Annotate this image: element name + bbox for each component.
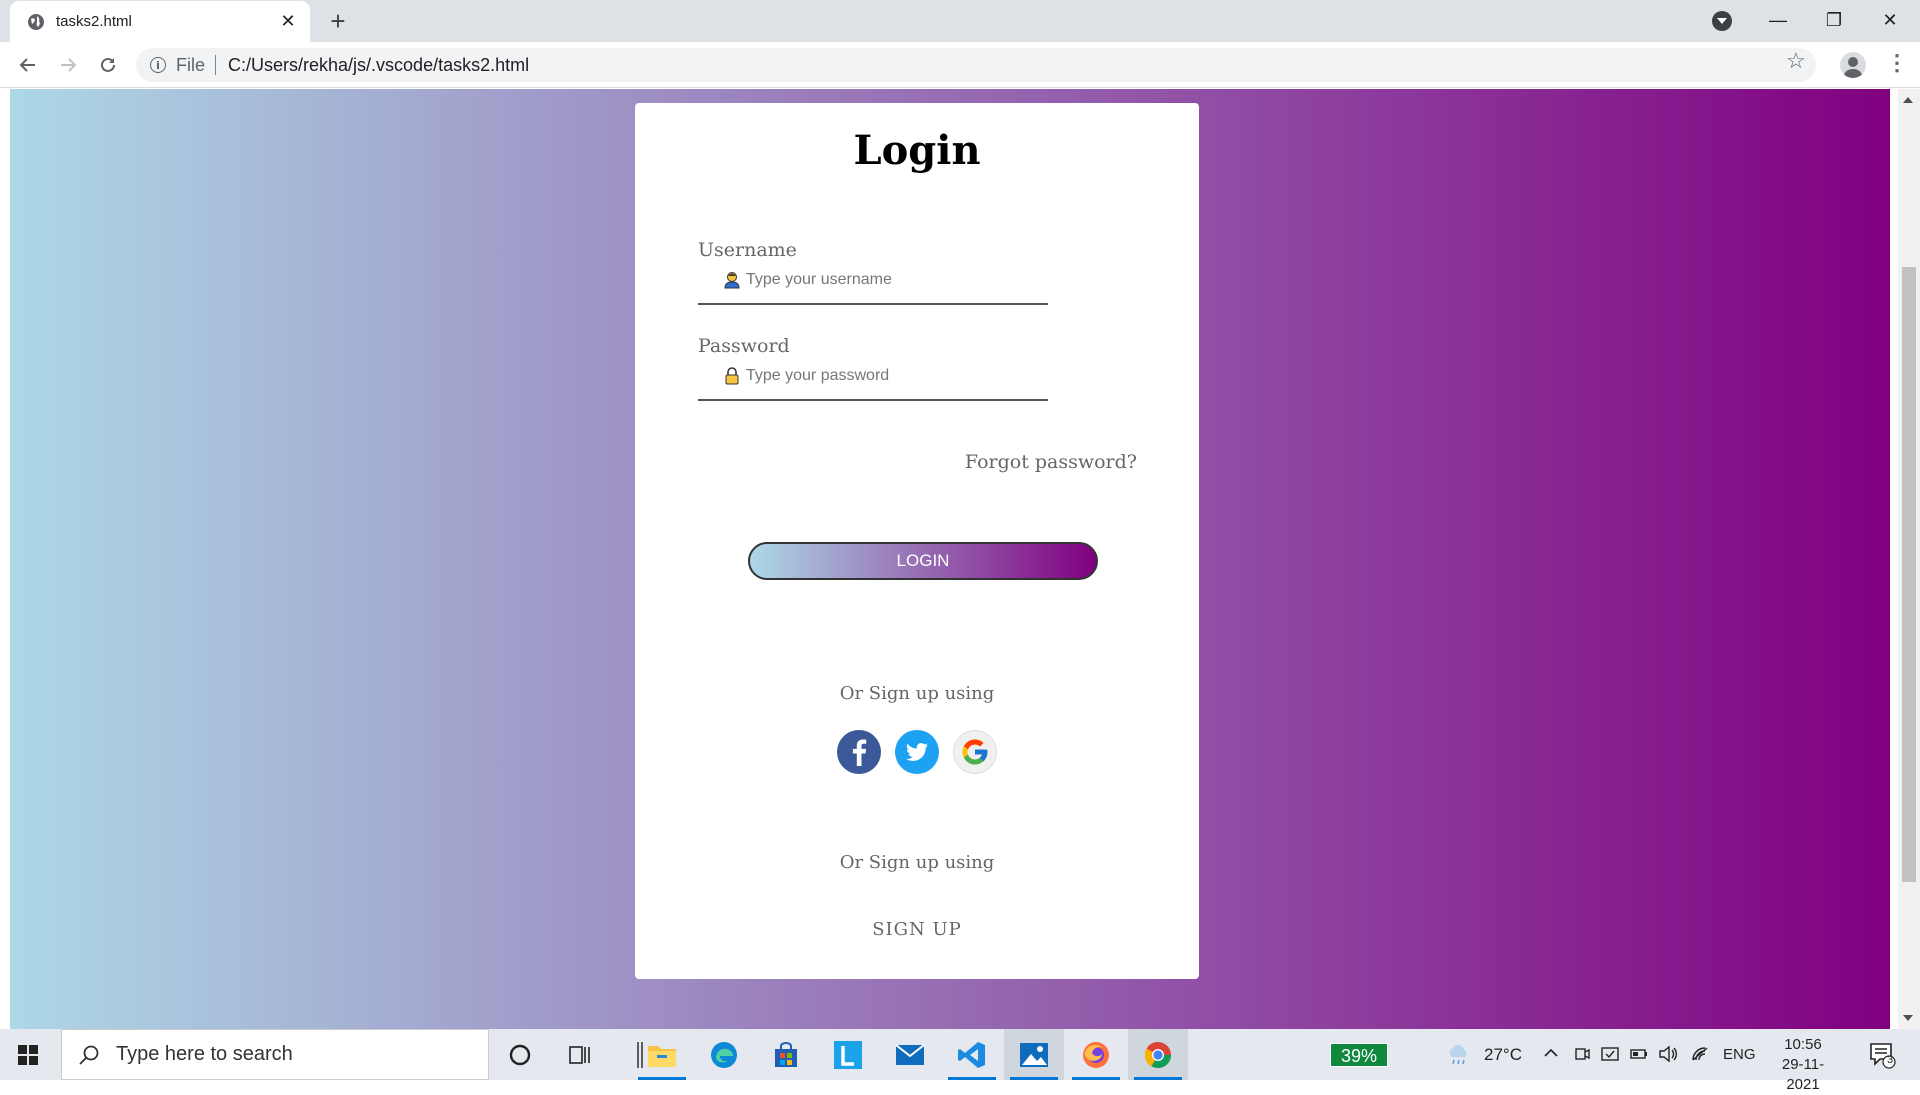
photos-icon[interactable] bbox=[1004, 1029, 1064, 1080]
chrome-icon[interactable] bbox=[1128, 1029, 1188, 1080]
browser-tab[interactable]: tasks2.html ✕ bbox=[10, 1, 310, 42]
signup-prompt: Or Sign up using bbox=[839, 852, 995, 873]
password-field[interactable] bbox=[698, 353, 1048, 401]
battery-icon[interactable] bbox=[1630, 1047, 1648, 1061]
profile-avatar-icon[interactable] bbox=[1840, 52, 1866, 78]
vscode-icon[interactable] bbox=[942, 1029, 1002, 1080]
page-viewport: Login Username Password Forgot password?… bbox=[0, 89, 1920, 1029]
reload-icon[interactable] bbox=[92, 50, 124, 80]
address-separator bbox=[215, 55, 217, 75]
tab-title: tasks2.html bbox=[56, 13, 132, 30]
defender-icon[interactable] bbox=[1601, 1045, 1619, 1063]
tab-search-icon[interactable] bbox=[1712, 11, 1732, 31]
store-icon[interactable] bbox=[756, 1029, 816, 1080]
login-button[interactable]: LOGIN bbox=[748, 542, 1098, 580]
temperature-text[interactable]: 27°C bbox=[1484, 1045, 1522, 1065]
clock-time: 10:56 bbox=[1784, 1036, 1822, 1053]
browser-menu-icon[interactable]: ⋮ bbox=[1886, 50, 1908, 76]
search-icon bbox=[79, 1045, 99, 1065]
address-bar[interactable]: i File C:/Users/rekha/js/.vscode/tasks2.… bbox=[136, 48, 1816, 82]
bookmark-star-icon[interactable]: ☆ bbox=[1786, 48, 1806, 74]
restore-button[interactable]: ❐ bbox=[1806, 0, 1862, 40]
language-indicator[interactable]: ENG bbox=[1723, 1046, 1756, 1063]
scroll-up-icon[interactable] bbox=[1903, 97, 1913, 103]
social-buttons bbox=[635, 730, 1199, 774]
info-icon[interactable]: i bbox=[150, 57, 166, 73]
task-view-icon[interactable] bbox=[550, 1029, 610, 1080]
forward-icon[interactable] bbox=[52, 50, 84, 80]
login-card: Login Username Password Forgot password?… bbox=[635, 103, 1199, 979]
cortana-icon[interactable] bbox=[490, 1029, 550, 1080]
page-title: Login bbox=[853, 127, 981, 174]
back-icon[interactable] bbox=[12, 50, 44, 80]
search-placeholder: Type here to search bbox=[116, 1043, 293, 1065]
notification-count: 3 bbox=[1886, 1054, 1894, 1066]
google-icon[interactable] bbox=[953, 730, 997, 774]
twitter-icon[interactable] bbox=[895, 730, 939, 774]
windows-start-icon[interactable] bbox=[18, 1045, 38, 1065]
meet-now-icon[interactable] bbox=[1574, 1045, 1590, 1063]
url-text[interactable]: C:/Users/rekha/js/.vscode/tasks2.html bbox=[228, 55, 529, 76]
username-field[interactable] bbox=[698, 257, 1048, 305]
file-explorer-icon[interactable] bbox=[632, 1029, 692, 1080]
battery-percent-badge[interactable]: 39% bbox=[1330, 1043, 1388, 1067]
facebook-icon[interactable] bbox=[837, 730, 881, 774]
browser-toolbar: i File C:/Users/rekha/js/.vscode/tasks2.… bbox=[0, 42, 1920, 88]
firefox-icon[interactable] bbox=[1066, 1029, 1126, 1080]
minimize-button[interactable]: — bbox=[1750, 0, 1806, 40]
new-tab-button[interactable]: + bbox=[324, 8, 352, 36]
tab-close-icon[interactable]: ✕ bbox=[278, 11, 298, 32]
social-signup-prompt: Or Sign up using bbox=[839, 683, 995, 704]
weather-icon[interactable] bbox=[1446, 1043, 1472, 1067]
tab-bar: tasks2.html ✕ + — ❐ ✕ bbox=[0, 0, 1920, 42]
chevron-up-icon[interactable] bbox=[1544, 1047, 1558, 1059]
clock[interactable]: 10:56 29-11-2021 bbox=[1766, 1035, 1840, 1095]
forgot-password-link[interactable]: Forgot password? bbox=[965, 451, 1137, 473]
globe-icon bbox=[28, 13, 44, 30]
volume-icon[interactable] bbox=[1658, 1045, 1678, 1063]
scheme-label: File bbox=[176, 54, 206, 75]
windows-taskbar: Type here to search 39% 27°C ENG 10:56 2… bbox=[0, 1029, 1920, 1093]
signup-link[interactable]: SIGN UP bbox=[635, 919, 1199, 940]
close-window-button[interactable]: ✕ bbox=[1862, 0, 1918, 40]
scrollbar-thumb[interactable] bbox=[1902, 267, 1916, 882]
lock-icon bbox=[725, 367, 739, 385]
taskbar-search[interactable]: Type here to search bbox=[61, 1029, 489, 1080]
edge-icon[interactable] bbox=[694, 1029, 754, 1080]
wifi-icon[interactable] bbox=[1691, 1046, 1709, 1062]
l-app-icon[interactable] bbox=[818, 1029, 878, 1080]
clock-date: 29-11-2021 bbox=[1781, 1056, 1825, 1093]
scroll-down-icon[interactable] bbox=[1903, 1015, 1913, 1021]
password-input[interactable] bbox=[746, 367, 1046, 385]
mail-icon[interactable] bbox=[880, 1029, 940, 1080]
user-icon bbox=[724, 272, 740, 289]
username-input[interactable] bbox=[746, 271, 1046, 289]
